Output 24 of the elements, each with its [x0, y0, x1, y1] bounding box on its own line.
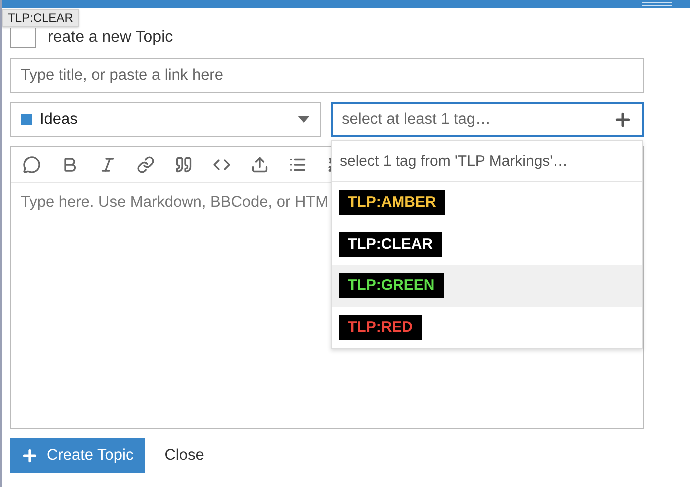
tag-option[interactable]: TLP:GREEN	[332, 265, 642, 306]
tag-label: TLP:RED	[339, 314, 422, 340]
grip-icon[interactable]	[642, 2, 672, 7]
tag-option[interactable]: TLP:AMBER	[332, 182, 642, 224]
caret-icon	[298, 116, 310, 123]
upload-icon[interactable]	[250, 154, 270, 174]
link-icon[interactable]	[136, 154, 156, 174]
speech-bubble-icon[interactable]	[22, 154, 42, 174]
editor-placeholder: Type here. Use Markdown, BBCode, or HTM	[21, 194, 329, 212]
tag-option[interactable]: TLP:RED	[332, 306, 642, 348]
tag-option[interactable]: TLP:CLEAR	[332, 224, 642, 265]
category-select[interactable]: Ideas	[10, 102, 321, 137]
create-topic-button[interactable]: Create Topic	[10, 438, 145, 473]
tag-label: TLP:CLEAR	[339, 232, 442, 257]
modal-title: reate a new Topic	[48, 29, 174, 47]
tag-label: TLP:GREEN	[339, 273, 444, 298]
quote-icon[interactable]	[174, 154, 194, 174]
tag-field[interactable]: select at least 1 tag…	[331, 102, 644, 137]
plus-icon	[21, 446, 39, 464]
title-field[interactable]: Type title, or paste a link here	[10, 58, 644, 93]
topic-icon	[10, 28, 36, 48]
tag-label: TLP:AMBER	[339, 190, 446, 216]
close-button[interactable]: Close	[164, 446, 204, 464]
tooltip: TLP:CLEAR	[2, 9, 80, 27]
